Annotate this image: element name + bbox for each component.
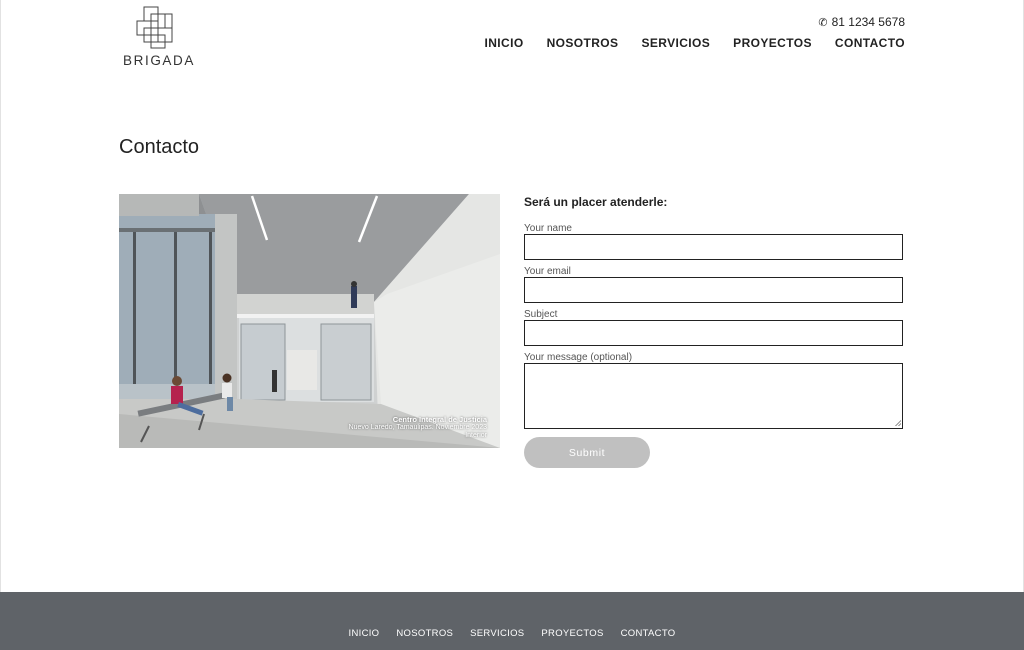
caption-project-name: Centro Integral de Justicia: [392, 415, 487, 424]
main-nav: INICIO NOSOTROS SERVICIOS PROYECTOS CONT…: [484, 36, 905, 50]
submit-button[interactable]: Submit: [524, 437, 650, 468]
logo-mark-icon: [136, 6, 173, 49]
nav-link-nosotros[interactable]: NOSOTROS: [547, 36, 619, 50]
subject-label: Subject: [524, 309, 558, 320]
footer-link-inicio[interactable]: INICIO: [349, 628, 380, 639]
nav-link-contacto[interactable]: CONTACTO: [835, 36, 905, 50]
message-label: Your message (optional): [524, 352, 633, 363]
nav-link-proyectos[interactable]: PROYECTOS: [733, 36, 812, 50]
page-title: Contacto: [119, 136, 200, 158]
logo-text: BRIGADA: [123, 53, 195, 68]
message-textarea[interactable]: [524, 363, 903, 429]
email-label: Your email: [524, 266, 571, 277]
project-rendering-image: Centro Integral de Justicia Nuevo Laredo…: [119, 194, 500, 448]
phone-number: 81 1234 5678: [831, 15, 905, 29]
footer-nav: INICIO NOSOTROS SERVICIOS PROYECTOS CONT…: [0, 628, 1024, 639]
brand-logo[interactable]: BRIGADA: [119, 6, 199, 68]
nav-link-servicios[interactable]: SERVICIOS: [641, 36, 710, 50]
caption-location: Nuevo Laredo, Tamaulipas. Noviembre 2023: [348, 424, 487, 431]
header-phone: ✆ 81 1234 5678: [818, 15, 905, 29]
phone-icon: ✆: [818, 16, 828, 29]
name-input[interactable]: [524, 234, 903, 260]
site-footer: INICIO NOSOTROS SERVICIOS PROYECTOS CONT…: [0, 592, 1024, 650]
footer-link-proyectos[interactable]: PROYECTOS: [541, 628, 603, 639]
email-input[interactable]: [524, 277, 903, 303]
page-frame-left-border: [0, 0, 1, 592]
footer-link-servicios[interactable]: SERVICIOS: [470, 628, 524, 639]
subject-input[interactable]: [524, 320, 903, 346]
textarea-resize-handle[interactable]: [895, 420, 901, 426]
image-caption: Centro Integral de Justicia Nuevo Laredo…: [349, 416, 487, 440]
nav-link-inicio[interactable]: INICIO: [484, 36, 523, 50]
footer-link-nosotros[interactable]: NOSOTROS: [396, 628, 453, 639]
name-label: Your name: [524, 223, 572, 234]
caption-type: Interior: [465, 432, 487, 439]
footer-link-contacto[interactable]: CONTACTO: [621, 628, 676, 639]
form-heading: Será un placer atenderle:: [524, 195, 668, 209]
